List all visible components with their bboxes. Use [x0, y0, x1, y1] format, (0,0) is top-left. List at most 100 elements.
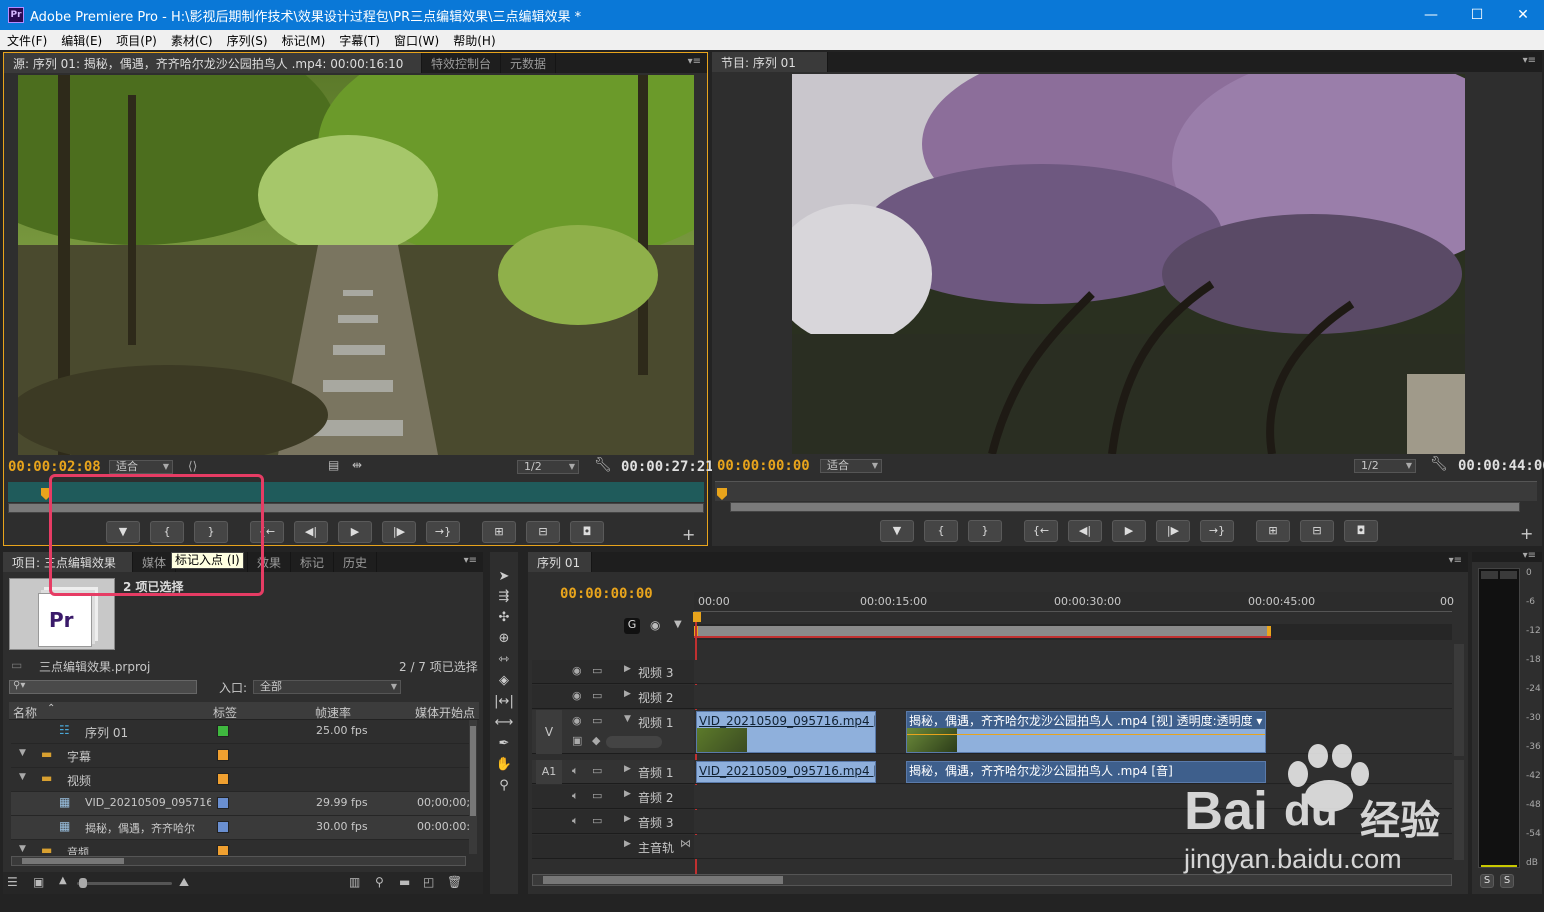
audio-drag-icon[interactable]: ⇹: [352, 458, 362, 472]
program-go-in-button[interactable]: {←: [1024, 520, 1058, 542]
label-color-swatch[interactable]: [217, 797, 229, 809]
speaker-icon[interactable]: 🔈︎: [572, 764, 579, 778]
source-current-timecode[interactable]: 00:00:02:08: [8, 459, 101, 475]
project-row[interactable]: ▦ 揭秘，偶遇，齐齐哈尔 30.00 fps 00:00:00:: [11, 816, 471, 840]
lock-icon[interactable]: ▭: [592, 764, 602, 777]
label-color-swatch[interactable]: [217, 725, 229, 737]
program-export-frame-button[interactable]: ◘: [1344, 520, 1378, 542]
tab-program[interactable]: 节目: 序列 01: [712, 52, 828, 72]
zoom-out-icon[interactable]: ▲: [59, 875, 67, 886]
rolling-edit-tool-icon[interactable]: ⊕: [494, 630, 514, 648]
audio-clip-vid[interactable]: VID_20210509_095716.mp4 [音]: [696, 761, 876, 783]
timeline-timecode[interactable]: 00:00:00:00: [560, 586, 653, 602]
label-color-swatch[interactable]: [217, 845, 229, 855]
menu-marker[interactable]: 标记(M): [275, 32, 333, 49]
minimize-button[interactable]: —: [1408, 0, 1454, 30]
safe-margin-icon[interactable]: ⟨⟩: [188, 459, 197, 473]
solo-right-button[interactable]: S: [1500, 874, 1514, 888]
tab-effect-controls[interactable]: 特效控制台: [422, 53, 502, 73]
source-resolution-dropdown[interactable]: 1/2: [517, 460, 579, 474]
program-playhead[interactable]: [717, 488, 727, 500]
expand-track-icon[interactable]: ▶: [624, 664, 631, 674]
menu-help[interactable]: 帮助(H): [446, 32, 502, 49]
search-input[interactable]: ⚲▾: [9, 680, 197, 694]
expand-track-icon[interactable]: ▶: [624, 814, 631, 824]
project-row[interactable]: ▼ ▬ 视频: [11, 768, 471, 792]
source-step-back-button[interactable]: ◀|: [294, 521, 328, 543]
find-icon[interactable]: ⚲: [375, 875, 384, 889]
wrench-icon[interactable]: 🔧︎: [594, 457, 612, 473]
project-hscrollbar[interactable]: [11, 856, 466, 866]
program-current-timecode[interactable]: 00:00:00:00: [717, 458, 810, 474]
column-framerate[interactable]: 帧速率: [315, 704, 351, 721]
wrench-icon[interactable]: 🔧︎: [1430, 456, 1448, 472]
program-zoom-bar[interactable]: [730, 502, 1520, 512]
close-button[interactable]: ✕: [1500, 0, 1544, 30]
lock-icon[interactable]: ▭: [592, 789, 602, 802]
marker-settings-icon[interactable]: ◉: [650, 618, 660, 632]
column-label[interactable]: 标签: [213, 704, 237, 721]
menu-clip[interactable]: 素材(C): [164, 32, 220, 49]
source-step-forward-button[interactable]: |▶: [382, 521, 416, 543]
work-area-bar[interactable]: [694, 626, 1271, 636]
display-style-icon[interactable]: ▣: [572, 734, 582, 747]
track-select-tool-icon[interactable]: ⇶: [494, 588, 514, 606]
add-marker-icon[interactable]: ▼: [674, 619, 682, 630]
menu-file[interactable]: 文件(F): [0, 32, 54, 49]
lock-icon[interactable]: ▭: [592, 689, 602, 702]
slide-tool-icon[interactable]: ⟷: [494, 714, 514, 732]
menu-project[interactable]: 项目(P): [109, 32, 164, 49]
disclosure-triangle-icon[interactable]: ▼: [19, 844, 26, 854]
label-color-swatch[interactable]: [217, 749, 229, 761]
timeline-playhead-head[interactable]: [693, 612, 701, 622]
lane-video2[interactable]: [694, 685, 1452, 709]
video-clip-vid[interactable]: VID_20210509_095716.mp4 [视]: [696, 711, 876, 753]
eye-icon[interactable]: ◉: [572, 689, 582, 702]
source-insert-button[interactable]: ⊞: [482, 521, 516, 543]
rate-stretch-tool-icon[interactable]: ⇿: [494, 651, 514, 669]
tab-sequence[interactable]: 序列 01: [528, 552, 592, 572]
panel-menu-icon[interactable]: ▾≡: [464, 555, 477, 566]
zoom-in-icon[interactable]: ⛰: [179, 875, 189, 890]
label-color-swatch[interactable]: [217, 821, 229, 833]
panel-menu-icon[interactable]: ▾≡: [688, 56, 701, 67]
new-bin-icon[interactable]: ▬: [399, 875, 410, 889]
collapse-track-icon[interactable]: ▼: [624, 714, 631, 724]
project-row[interactable]: ▼ ▬ 音频: [11, 840, 471, 855]
maximize-button[interactable]: ☐: [1454, 0, 1500, 30]
expand-track-icon[interactable]: ▶: [624, 764, 631, 774]
tab-source[interactable]: 源: 序列 01: 揭秘，偶遇，齐齐哈尔龙沙公园拍鸟人 .mp4: 00:00:…: [4, 53, 422, 73]
list-view-icon[interactable]: ☰: [7, 875, 18, 889]
program-step-back-button[interactable]: ◀|: [1068, 520, 1102, 542]
eye-icon[interactable]: ◉: [572, 714, 582, 727]
program-overwrite-button[interactable]: ⊟: [1300, 520, 1334, 542]
menu-sequence[interactable]: 序列(S): [220, 32, 275, 49]
solo-left-button[interactable]: S: [1480, 874, 1494, 888]
source-patch-v[interactable]: V: [536, 710, 562, 754]
time-ruler[interactable]: 00:00 00:00:15:00 00:00:30:00 00:00:45:0…: [694, 592, 1454, 612]
program-play-button[interactable]: ▶: [1112, 520, 1146, 542]
program-step-forward-button[interactable]: |▶: [1156, 520, 1190, 542]
ripple-edit-tool-icon[interactable]: ✣: [494, 609, 514, 627]
automate-to-sequence-icon[interactable]: ▥: [349, 875, 360, 889]
video-vscrollbar[interactable]: [1454, 644, 1464, 756]
speaker-icon[interactable]: 🔈︎: [572, 789, 579, 803]
eye-icon[interactable]: ◉: [572, 664, 582, 677]
pen-tool-icon[interactable]: ✒: [494, 735, 514, 753]
lock-icon[interactable]: ▭: [592, 664, 602, 677]
sort-asc-icon[interactable]: ⌃: [47, 703, 55, 714]
panel-menu-icon[interactable]: ▾≡: [1449, 555, 1462, 566]
source-go-out-button[interactable]: →}: [426, 521, 460, 543]
slip-tool-icon[interactable]: |↔|: [494, 693, 514, 711]
column-media-start[interactable]: 媒体开始点: [415, 704, 475, 721]
source-patch-a1[interactable]: A1: [536, 760, 562, 784]
project-row[interactable]: ▼ ▬ 字幕: [11, 744, 471, 768]
snap-icon[interactable]: G: [624, 618, 640, 634]
lock-icon[interactable]: ▭: [592, 714, 602, 727]
disclosure-triangle-icon[interactable]: ▼: [19, 748, 26, 758]
in-point-dropdown[interactable]: 全部: [253, 680, 401, 694]
source-export-frame-button[interactable]: ◘: [570, 521, 604, 543]
program-add-button[interactable]: +: [1520, 524, 1533, 543]
disclosure-triangle-icon[interactable]: ▼: [19, 772, 26, 782]
panel-menu-icon[interactable]: ▾≡: [1523, 550, 1536, 561]
